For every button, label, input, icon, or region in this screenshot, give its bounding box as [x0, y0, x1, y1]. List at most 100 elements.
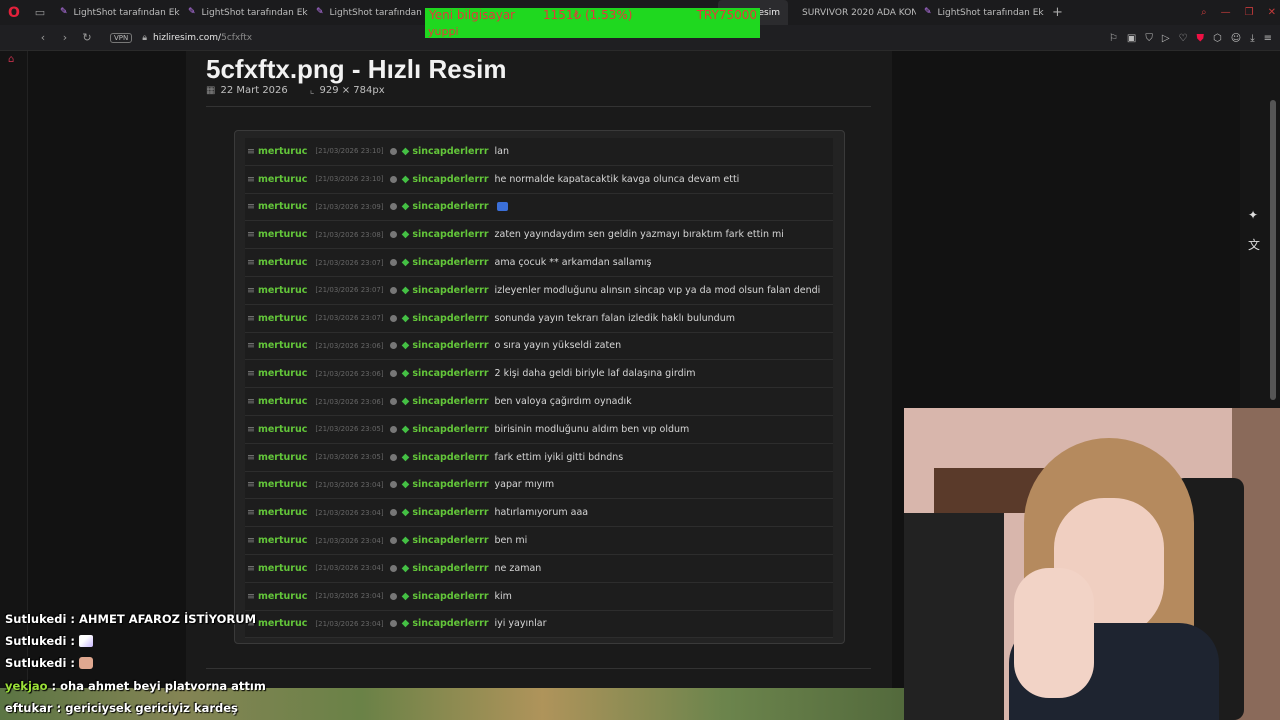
recipient-name: sincapderlerrr [412, 145, 489, 157]
timestamp: [21/03/2026 23:04] [315, 508, 384, 517]
back-icon[interactable]: ‹ [34, 31, 52, 44]
url-domain: hizliresim.com/ [153, 32, 222, 43]
sender-name: merturuc [247, 257, 307, 268]
recipient-name: sincapderlerrr [412, 173, 489, 185]
tab-0[interactable]: ✎ LightShot tarafından Ekran [52, 0, 180, 25]
message-text: ben mi [494, 535, 528, 547]
lightshot-icon: ✎ [60, 7, 68, 17]
page-meta: ▦ 22 Mart 2026 ⌞ 929 × 784px [206, 85, 385, 96]
timestamp: [21/03/2026 23:10] [315, 147, 384, 156]
translate-icon[interactable]: 文 [1248, 236, 1260, 253]
opera-logo-icon[interactable]: O [0, 0, 28, 25]
reload-icon[interactable]: ↻ [78, 31, 96, 44]
minimize-icon[interactable]: — [1221, 7, 1231, 18]
timestamp: [21/03/2026 23:05] [315, 453, 384, 462]
chat-row: merturuc [21/03/2026 23:04] ◆sincapderlerr… [245, 471, 833, 500]
workspaces-icon[interactable]: ▭ [28, 0, 52, 25]
heart-icon[interactable]: ♡ [1179, 33, 1188, 44]
status-dot-icon [389, 286, 397, 294]
shield-icon[interactable]: ⛉ [1145, 33, 1153, 44]
tab-4[interactable]: SURVIVOR 2020 ADA KON [788, 0, 916, 25]
tab-2[interactable]: ✎ LightShot tarafından Ekran [308, 0, 436, 25]
play-icon[interactable]: ▷ [1162, 33, 1170, 44]
sidebar-icon[interactable]: ⌂ [8, 54, 14, 65]
timestamp: [21/03/2026 23:07] [315, 314, 384, 323]
recipient-name: sincapderlerrr [412, 423, 489, 435]
chat-row: merturuc [21/03/2026 23:07] ◆sincapderlerr… [245, 304, 833, 333]
status-dot-icon [389, 620, 397, 628]
stream-chat-message: Sutlukedi : AHMET AFAROZ İSTİYORUM [5, 612, 257, 626]
sender-name: merturuc [247, 396, 307, 407]
snapshot-icon[interactable]: ▣ [1127, 33, 1136, 44]
menu-icon[interactable]: ≡ [1264, 33, 1272, 44]
sender-name: merturuc [247, 201, 307, 212]
tab-label: LightShot tarafından Ekran [73, 7, 180, 18]
chat-message: AHMET AFAROZ İSTİYORUM [79, 612, 257, 626]
tab-label: LightShot tarafından Ekran [201, 7, 308, 18]
download-icon[interactable]: ⤓ [1250, 33, 1254, 44]
screenshot-image[interactable]: merturuc [21/03/2026 23:10] ◆ sincapderlerr… [234, 130, 845, 644]
timestamp: [21/03/2026 23:05] [315, 425, 384, 434]
message-text: zaten yayındaydım sen geldin yazmayı bır… [494, 229, 784, 241]
donation-title: Yeni bilgisayar [429, 8, 516, 22]
timestamp: [21/03/2026 23:10] [315, 175, 384, 184]
sender-name: merturuc [247, 340, 307, 351]
status-dot-icon [389, 425, 397, 433]
status-dot-icon [389, 314, 397, 322]
tab-label: LightShot tarafından Ekran [937, 7, 1044, 18]
chat-row: merturuc [21/03/2026 23:10] ◆sincapderlerr… [245, 165, 833, 194]
timestamp: [21/03/2026 23:04] [315, 592, 384, 601]
chat-row: merturuc [21/03/2026 23:04] ◆sincapderlerr… [245, 554, 833, 583]
sender-name: merturuc [247, 618, 307, 629]
chat-row: merturuc [21/03/2026 23:09] ◆sincapderlerr… [245, 193, 833, 222]
calendar-icon: ▦ [206, 85, 216, 96]
stream-chat-message: eftukar : gericiysek gericiyiz kardeş [5, 701, 238, 715]
donation-message: yuppi [428, 25, 459, 38]
lock-icon[interactable]: 🔒︎ [142, 33, 147, 43]
search-tabs-icon[interactable]: ⌕ [1201, 7, 1207, 18]
chat-username: Sutlukedi [5, 656, 67, 670]
chat-username: Sutlukedi [5, 612, 67, 626]
timestamp: [21/03/2026 23:07] [315, 258, 384, 267]
adblock-icon[interactable]: ⛊ [1197, 33, 1205, 44]
status-dot-icon [389, 147, 397, 155]
close-icon[interactable]: ✕ [1268, 7, 1276, 18]
sender-name: merturuc [247, 507, 307, 518]
extensions-icon[interactable]: ⬡ [1213, 33, 1222, 44]
recipient-name: sincapderlerrr [412, 562, 489, 574]
recipient-name: sincapderlerrr [412, 368, 489, 380]
divider [206, 106, 871, 107]
diamond-icon: ◆ [401, 479, 410, 491]
tab-label: SURVIVOR 2020 ADA KON [802, 7, 916, 18]
profile-icon[interactable]: ☺ [1231, 33, 1241, 44]
toolbar-icons: ⚐ ▣ ⛉ ▷ ♡ ⛊ ⬡ ☺ ⤓ ≡ [1109, 25, 1272, 51]
bookmark-icon[interactable]: ⚐ [1109, 33, 1118, 44]
lightshot-icon: ✎ [188, 7, 196, 17]
message-text: izleyenler modluğunu alınsın sincap vıp … [494, 284, 821, 296]
sender-name: merturuc [247, 146, 307, 157]
tab-5[interactable]: ✎ LightShot tarafından Ekran [916, 0, 1044, 25]
status-dot-icon [389, 175, 397, 183]
scrollbar[interactable] [1270, 100, 1276, 400]
timestamp: [21/03/2026 23:04] [315, 480, 384, 489]
message-text: fark ettim iyiki gitti bdndns [494, 451, 624, 463]
vpn-badge[interactable]: VPN [110, 32, 133, 43]
sender-name: merturuc [247, 174, 307, 185]
page-content: 5cfxftx.png - Hızlı Resim ▦ 22 Mart 2026 … [186, 51, 892, 720]
timestamp: [21/03/2026 23:06] [315, 341, 384, 350]
forward-icon[interactable]: › [56, 31, 74, 44]
url-field[interactable]: hizliresim.com/5cfxftx [153, 33, 252, 43]
recipient-name: sincapderlerrr [412, 312, 489, 324]
maximize-icon[interactable]: ❐ [1245, 7, 1254, 18]
recipient-name: sincapderlerrr [412, 284, 489, 296]
stream-chat-message: yekjao : oha ahmet beyi platvorna attım [5, 679, 266, 693]
emote-icon [79, 657, 94, 669]
status-dot-icon [389, 259, 397, 267]
ai-sparkle-icon[interactable]: ✦ [1248, 208, 1258, 222]
tab-1[interactable]: ✎ LightShot tarafından Ekran [180, 0, 308, 25]
sender-name: merturuc [247, 313, 307, 324]
new-tab-button[interactable]: + [1044, 5, 1071, 20]
diamond-icon: ◆ [401, 201, 410, 213]
chat-row: merturuc [21/03/2026 23:10] ◆sincapderlerr… [245, 138, 833, 166]
message-text: hatırlamıyorum aaa [494, 507, 589, 519]
